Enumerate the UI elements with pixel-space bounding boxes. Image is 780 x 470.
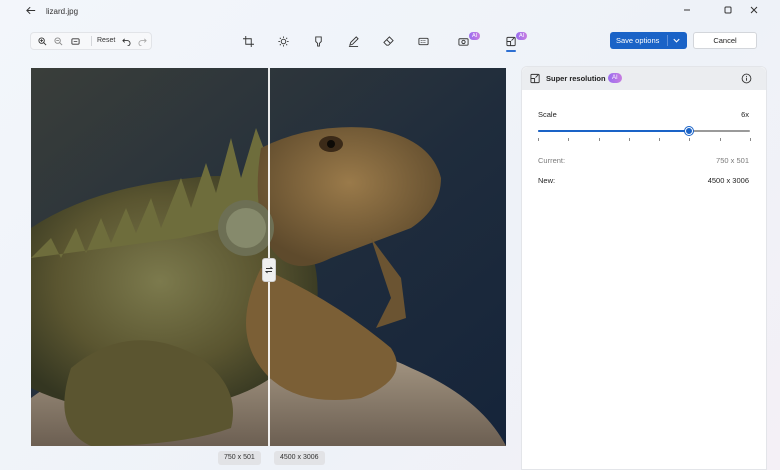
- slider-tick: [568, 138, 570, 141]
- enhanced-size-label: 4500 x 3006: [274, 451, 325, 465]
- slider-tick: [750, 138, 751, 141]
- chevron-down-icon[interactable]: [672, 36, 681, 45]
- maximize-button[interactable]: [717, 3, 739, 17]
- super-resolution-icon: [530, 73, 541, 84]
- info-icon[interactable]: [741, 73, 752, 84]
- ai-badge: AI: [469, 32, 481, 40]
- crop-icon[interactable]: [240, 34, 256, 48]
- zoom-in-icon[interactable]: [35, 35, 49, 47]
- cancel-button[interactable]: Cancel: [693, 32, 757, 49]
- blur-background-icon[interactable]: [415, 34, 431, 48]
- zoom-out-icon[interactable]: [51, 35, 65, 47]
- original-size-label: 750 x 501: [218, 451, 261, 465]
- scale-label: Scale: [538, 110, 557, 119]
- slider-tick: [689, 138, 691, 141]
- slider-tick: [719, 138, 721, 141]
- slider-tick: [598, 138, 600, 141]
- ai-badge: AI: [608, 73, 622, 83]
- adjust-icon[interactable]: [275, 34, 291, 48]
- save-split-divider: [667, 35, 668, 46]
- photos-editor-window: lizard.jpg Reset AI AI Save options Canc…: [0, 0, 780, 470]
- minimize-button[interactable]: [676, 3, 698, 17]
- save-options-button[interactable]: Save options: [610, 32, 687, 49]
- slider-tick: [659, 138, 661, 141]
- current-size-label: Current:: [538, 156, 566, 165]
- fit-to-window-icon[interactable]: [68, 35, 82, 47]
- window-title: lizard.jpg: [46, 7, 79, 16]
- panel-title: Super resolution: [546, 74, 606, 83]
- save-options-label: Save options: [616, 36, 660, 45]
- undo-icon[interactable]: [119, 35, 133, 47]
- slider-tick: [628, 138, 630, 141]
- new-size-value: 4500 x 3006: [707, 176, 749, 185]
- current-size-value: 750 x 501: [716, 156, 749, 165]
- scale-slider[interactable]: [538, 127, 751, 147]
- filter-icon[interactable]: [310, 34, 326, 48]
- close-button[interactable]: [743, 3, 765, 17]
- compare-divider[interactable]: [268, 68, 270, 446]
- ai-badge: AI: [516, 32, 528, 40]
- back-arrow-icon[interactable]: [26, 6, 40, 18]
- markup-icon[interactable]: [345, 34, 361, 48]
- super-resolution-panel: Super resolution AI Scale 6x Current: 75…: [521, 66, 767, 470]
- title-bar: lizard.jpg: [0, 0, 780, 24]
- new-size-label: New:: [538, 176, 556, 185]
- compare-swap-icon[interactable]: [262, 258, 276, 282]
- erase-icon[interactable]: [380, 34, 396, 48]
- panel-header: Super resolution AI: [522, 67, 766, 90]
- slider-tick: [538, 138, 539, 141]
- scale-value: 6x: [741, 110, 749, 119]
- toolbar-separator: [91, 36, 92, 46]
- slider-fill: [538, 130, 689, 132]
- reset-button[interactable]: Reset: [97, 37, 115, 44]
- zoom-controls: Reset: [30, 32, 152, 50]
- active-tool-indicator: [506, 50, 516, 52]
- slider-thumb[interactable]: [684, 127, 693, 135]
- redo-icon[interactable]: [135, 35, 149, 47]
